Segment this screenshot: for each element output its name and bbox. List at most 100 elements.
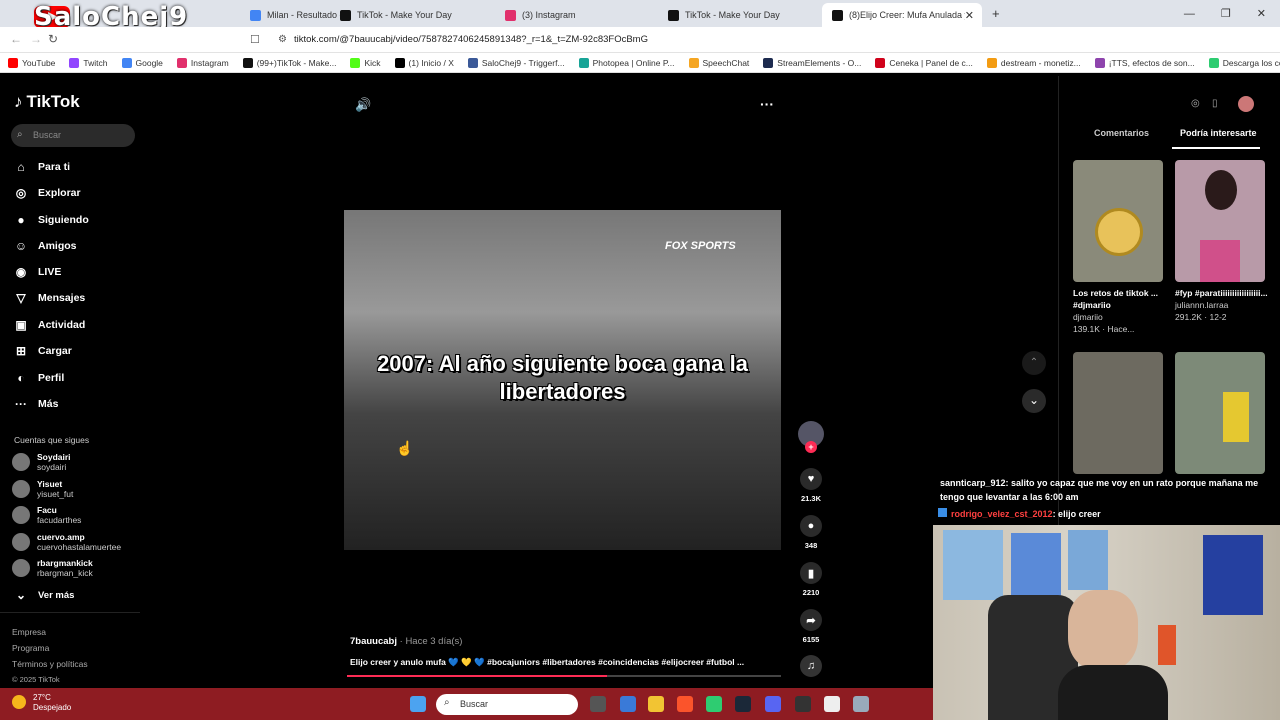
app-icon[interactable] xyxy=(706,696,722,712)
nav-item-amigos[interactable]: ☺ Amigos xyxy=(14,239,77,253)
bookmark-icon[interactable]: ☐ xyxy=(250,33,260,46)
volume-icon[interactable]: 🔊 xyxy=(355,97,371,113)
bookmark-item[interactable]: Google xyxy=(121,57,163,68)
following-account[interactable]: Soydairi soydairi xyxy=(12,452,71,472)
nav-item-perfil[interactable]: ◐ Perfil xyxy=(14,371,64,385)
footer-link-terms[interactable]: Términos y políticas xyxy=(12,659,88,669)
folder-icon[interactable] xyxy=(648,696,664,712)
site-info-icon[interactable]: ⚙ xyxy=(278,34,287,45)
footer-link-program[interactable]: Programa xyxy=(12,643,49,653)
avatar xyxy=(12,559,30,577)
search-input[interactable]: Buscar xyxy=(11,124,135,147)
nav-item-más[interactable]: ··· Más xyxy=(14,397,58,411)
brand-name: TikTok xyxy=(26,92,80,111)
following-account[interactable]: Yisuet yisuet_fut xyxy=(12,479,73,499)
bookmark-item[interactable]: Descarga los contro... xyxy=(1208,57,1280,68)
suggested-video-info[interactable]: Los retos de tiktok ... #djmariio djmarii… xyxy=(1073,287,1168,335)
bookmark-item[interactable]: Photopea | Online P... xyxy=(578,57,675,68)
user-avatar[interactable] xyxy=(1238,96,1254,112)
suggested-video-thumb[interactable] xyxy=(1175,352,1265,474)
bookmark-item[interactable]: destream - monetiz... xyxy=(986,57,1081,68)
taskbar-search[interactable]: Buscar xyxy=(436,694,578,715)
nav-item-actividad[interactable]: ▣ Actividad xyxy=(14,318,85,332)
windows-start-icon[interactable] xyxy=(410,696,426,712)
suggested-video-thumb[interactable] xyxy=(1073,160,1163,282)
nav-label: Amigos xyxy=(38,240,77,252)
device-icon[interactable]: ▯ xyxy=(1212,98,1218,109)
tab-2[interactable]: (3) Instagram xyxy=(495,3,655,27)
store-icon[interactable] xyxy=(620,696,636,712)
video-author[interactable]: 7bauucabj · Hace 3 día(s) xyxy=(350,636,462,647)
discord-icon[interactable] xyxy=(765,696,781,712)
app-icon[interactable] xyxy=(824,696,840,712)
bookmark-item[interactable]: ¡TTS, efectos de son... xyxy=(1094,57,1195,68)
close-tab-icon[interactable]: ✕ xyxy=(965,9,974,22)
bookmark-label: Photopea | Online P... xyxy=(592,57,675,68)
music-disc[interactable]: ♫ xyxy=(800,655,822,681)
tab-comments[interactable]: Comentarios xyxy=(1094,128,1149,138)
bookmark-item[interactable]: Ceneka | Panel de c... xyxy=(875,57,973,68)
following-icon: ● xyxy=(17,213,25,227)
maximize-icon[interactable]: ❐ xyxy=(1221,7,1231,20)
task-view-icon[interactable] xyxy=(590,696,606,712)
settings-icon[interactable] xyxy=(853,696,869,712)
bookmark-label: Twitch xyxy=(83,57,108,68)
bookmark-item[interactable]: (1) Inicio / X xyxy=(394,57,454,68)
minimize-icon[interactable]: — xyxy=(1184,8,1195,20)
bookmark-item[interactable]: YouTube xyxy=(8,57,55,68)
save-button[interactable]: ▮ 2210 xyxy=(800,562,822,597)
bookmark-label: destream - monetiz... xyxy=(1000,57,1081,68)
settings-icon[interactable]: ◎ xyxy=(1191,98,1200,109)
more-options-icon[interactable]: ··· xyxy=(760,96,774,112)
nav-item-mensajes[interactable]: ▽ Mensajes xyxy=(14,291,85,305)
following-account[interactable]: Facu facudarthes xyxy=(12,505,81,525)
bookmark-item[interactable]: Twitch xyxy=(69,57,108,68)
next-video-button[interactable]: ⌄ xyxy=(1022,389,1046,413)
nav-item-cargar[interactable]: ⊞ Cargar xyxy=(14,344,72,358)
nav-label: Más xyxy=(38,398,59,410)
bookmark-item[interactable]: SpeechChat xyxy=(688,57,749,68)
bookmark-item[interactable]: Kick xyxy=(350,57,381,68)
avatar xyxy=(12,480,30,498)
suggested-video-thumb[interactable] xyxy=(1073,352,1163,474)
suggested-video-thumb[interactable] xyxy=(1175,160,1265,282)
tab-interest[interactable]: Podría interesarte xyxy=(1180,128,1257,138)
tab-3[interactable]: TikTok - Make Your Day xyxy=(658,3,818,27)
bookmark-item[interactable]: (99+)TikTok - Make... xyxy=(242,57,336,68)
author-name[interactable]: 7bauucabj xyxy=(350,636,397,647)
author-avatar[interactable]: + xyxy=(798,421,824,453)
comment-button[interactable]: ● 348 xyxy=(800,515,822,550)
forward-icon[interactable]: → xyxy=(30,32,42,46)
tiktok-logo[interactable]: ♪ TikTok xyxy=(14,92,80,112)
share-button[interactable]: ➦ 6155 xyxy=(800,609,822,644)
previous-video-button[interactable]: ⌃ xyxy=(1022,351,1046,375)
nav-item-para-ti[interactable]: ⌂ Para ti xyxy=(14,160,70,174)
bookmark-item[interactable]: Instagram xyxy=(176,57,229,68)
close-window-icon[interactable]: ✕ xyxy=(1257,7,1266,20)
suggested-views: 139.1K · Hace... xyxy=(1073,324,1135,334)
new-tab-icon[interactable]: + xyxy=(992,6,1000,21)
following-account[interactable]: cuervo.amp cuervohastalamuertee xyxy=(12,532,121,552)
nav-item-explorar[interactable]: ◎ Explorar xyxy=(14,186,81,200)
tab-active[interactable]: (8)Elijo Creer: Mufa Anulada y ✕ xyxy=(822,3,982,27)
bookmark-item[interactable]: SaloChej9 - Triggerf... xyxy=(467,57,565,68)
see-more-button[interactable]: ⌄ Ver más xyxy=(14,588,74,602)
obs-icon[interactable] xyxy=(795,696,811,712)
back-icon[interactable]: ← xyxy=(10,32,22,46)
weather-widget[interactable]: 27°C Despejado xyxy=(33,693,71,713)
like-button[interactable]: ♥ 21.3K xyxy=(800,468,822,503)
video-progress-bar[interactable] xyxy=(347,675,781,677)
suggested-video-info[interactable]: #fyp #paratiiiiiiiiiiiiiiiii... juliannn.… xyxy=(1175,287,1270,323)
reload-icon[interactable]: ↻ xyxy=(48,32,58,46)
footer-link-company[interactable]: Empresa xyxy=(12,627,46,637)
tab-1[interactable]: TikTok - Make Your Day xyxy=(330,3,490,27)
steam-icon[interactable] xyxy=(735,696,751,712)
following-account[interactable]: rbargmankick rbargman_kick xyxy=(12,558,93,578)
follow-plus-icon[interactable]: + xyxy=(805,441,817,453)
nav-item-siguiendo[interactable]: ● Siguiendo xyxy=(14,213,88,227)
bookmark-item[interactable]: StreamElements - O... xyxy=(763,57,861,68)
url-field[interactable]: tiktok.com/@7bauucabj/video/758782740624… xyxy=(272,30,832,50)
video-description: Elijo creer y anulo mufa 💙 💛 💙 #bocajuni… xyxy=(350,657,745,667)
nav-item-live[interactable]: ◉ LIVE xyxy=(14,265,62,279)
brave-browser-icon[interactable] xyxy=(677,696,693,712)
